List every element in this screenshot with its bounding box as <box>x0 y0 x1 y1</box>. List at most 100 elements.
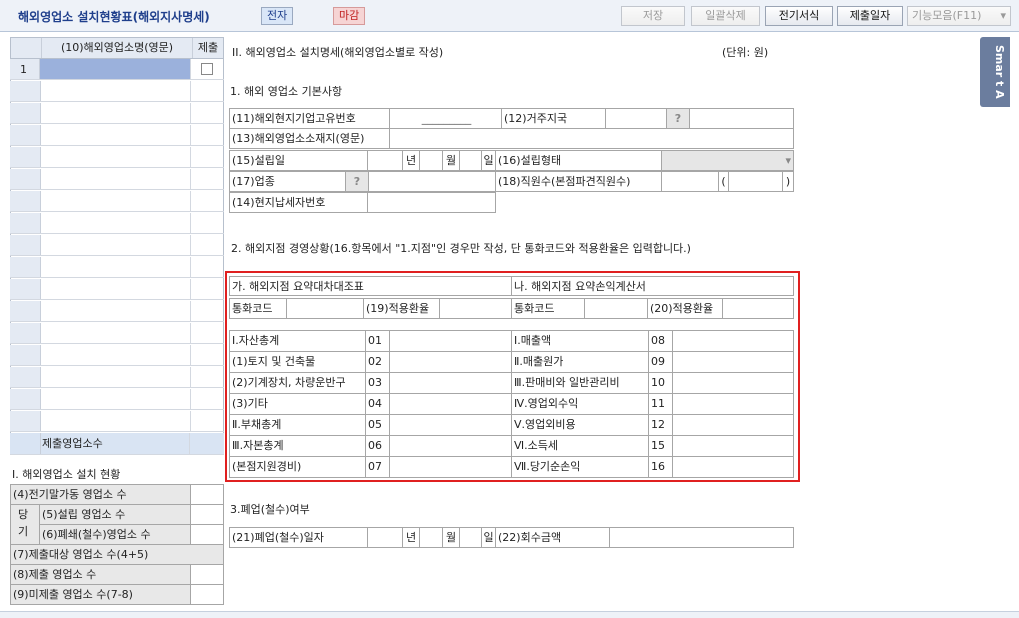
list-item[interactable] <box>10 169 224 190</box>
staff-count-input[interactable] <box>661 171 719 192</box>
established-input[interactable] <box>190 504 224 525</box>
list-item[interactable] <box>10 323 224 344</box>
section-title-details: II. 해외영업소 설치명세(해외영업소별로 작성) <box>232 46 444 59</box>
label-exchange-rate-is: (20)적용환율 <box>647 298 723 319</box>
establish-year-input[interactable] <box>367 150 403 171</box>
submitted-count-input[interactable] <box>190 564 224 585</box>
overseas-id-input[interactable]: _________ <box>389 108 502 129</box>
is-item-input[interactable] <box>673 352 793 373</box>
establish-day-input[interactable] <box>459 150 482 171</box>
establish-month-input[interactable] <box>419 150 443 171</box>
unit-label: (단위: 원) <box>722 46 769 59</box>
bs-item-input[interactable] <box>390 394 512 415</box>
subsection-branch-status: 2. 해외지점 경영상황(16.항목에서 "1.지점"인 경우만 작성, 단 통… <box>231 242 691 255</box>
is-item-input[interactable] <box>673 436 793 457</box>
financial-items-table: Ⅰ.자산총계 01 Ⅰ.매출액 08 (1)토지 및 건축물 02 Ⅱ.매출원가… <box>229 330 794 478</box>
label-currency-bs: 통화코드 <box>229 298 287 319</box>
list-item[interactable] <box>10 389 224 410</box>
is-item-label: Ⅶ.당기순손익 <box>512 457 649 477</box>
bs-item-input[interactable] <box>390 352 512 373</box>
help-icon[interactable]: ? <box>345 171 369 192</box>
grid-total-row: 제출영업소수 <box>10 433 224 455</box>
list-item[interactable] <box>10 257 224 278</box>
save-button[interactable]: 저장 <box>621 6 685 26</box>
currency-is-input[interactable] <box>584 298 648 319</box>
label-staff-count: (18)직원수(본점파견직원수) <box>495 171 662 192</box>
closure-year-input[interactable] <box>367 527 403 548</box>
is-item-label: Ⅴ.영업외비용 <box>512 415 649 436</box>
is-item-input[interactable] <box>673 373 793 394</box>
list-item[interactable] <box>10 301 224 322</box>
unsubmitted-count-input[interactable] <box>190 584 224 605</box>
bs-item-input[interactable] <box>390 415 512 436</box>
submit-cell <box>190 59 224 79</box>
previous-form-button[interactable]: 전기서식 <box>765 6 833 26</box>
day-label: 일 <box>481 150 496 171</box>
help-icon[interactable]: ? <box>666 108 690 129</box>
is-item-code: 12 <box>649 415 673 436</box>
label-submitted-count: (8)제출 영업소 수 <box>10 564 191 585</box>
is-item-label: Ⅰ.매출액 <box>512 331 649 352</box>
label-closure-date: (21)폐업(철수)일자 <box>229 527 368 548</box>
label-established: (5)설립 영업소 수 <box>39 504 191 525</box>
is-item-input[interactable] <box>673 394 793 415</box>
bs-item-label: Ⅲ.자본총계 <box>230 436 366 457</box>
exchange-rate-is-input[interactable] <box>722 298 794 319</box>
is-item-input[interactable] <box>673 415 793 436</box>
label-recovery-amount: (22)회수금액 <box>495 527 610 548</box>
recovery-amount-input[interactable] <box>609 527 794 548</box>
list-item[interactable] <box>10 191 224 212</box>
list-item[interactable] <box>10 279 224 300</box>
industry-input[interactable] <box>368 171 496 192</box>
closure-month-input[interactable] <box>419 527 443 548</box>
prior-active-input[interactable] <box>190 484 224 505</box>
bulk-delete-button[interactable]: 일괄삭제 <box>691 6 760 26</box>
bs-item-code: 03 <box>366 373 390 394</box>
day-label: 일 <box>481 527 496 548</box>
is-item-input[interactable] <box>673 331 793 352</box>
residence-country-input[interactable] <box>605 108 667 129</box>
list-item[interactable] <box>10 125 224 146</box>
list-item[interactable] <box>10 103 224 124</box>
list-item[interactable] <box>10 345 224 366</box>
office-address-input[interactable] <box>389 128 794 149</box>
section-title-summary: I. 해외영업소 설치 현황 <box>12 468 121 481</box>
submit-checkbox[interactable] <box>201 63 213 75</box>
currency-bs-input[interactable] <box>286 298 364 319</box>
dispatched-staff-input[interactable] <box>728 171 783 192</box>
grid-header: (10)해외영업소명(영문) 제출 <box>10 37 224 59</box>
is-item-label: Ⅱ.매출원가 <box>512 352 649 373</box>
establish-type-select[interactable]: ▾ <box>661 150 794 171</box>
list-item[interactable] <box>10 367 224 388</box>
bs-item-input[interactable] <box>390 457 512 477</box>
smart-panel-tab[interactable]: Smar t A <box>980 37 1010 107</box>
list-item[interactable] <box>10 213 224 234</box>
bs-item-input[interactable] <box>390 331 512 352</box>
column-office-name[interactable]: (10)해외영업소명(영문) <box>41 38 193 58</box>
list-item[interactable] <box>10 411 224 432</box>
is-item-code: 09 <box>649 352 673 373</box>
exchange-rate-bs-input[interactable] <box>439 298 512 319</box>
income-statement-title: 나. 해외지점 요약손익계산서 <box>511 276 794 296</box>
local-tax-id-input[interactable] <box>367 192 496 213</box>
submit-date-button[interactable]: 제출일자 <box>837 6 903 26</box>
is-item-code: 16 <box>649 457 673 477</box>
column-submit[interactable]: 제출 <box>191 38 225 58</box>
list-item[interactable] <box>10 147 224 168</box>
closure-day-input[interactable] <box>459 527 482 548</box>
list-item[interactable] <box>10 235 224 256</box>
list-item[interactable] <box>10 81 224 102</box>
bs-item-input[interactable] <box>390 373 512 394</box>
label-currency-is: 통화코드 <box>511 298 585 319</box>
is-item-input[interactable] <box>673 457 793 477</box>
bs-item-code: 04 <box>366 394 390 415</box>
bs-item-input[interactable] <box>390 436 512 457</box>
list-item[interactable]: 1 <box>10 59 224 80</box>
bs-item-code: 07 <box>366 457 390 477</box>
label-gi: 기 <box>18 525 29 538</box>
closed-input[interactable] <box>190 524 224 545</box>
label-overseas-id: (11)해외현지기업고유번호 <box>229 108 390 129</box>
office-name-cell[interactable] <box>40 59 191 79</box>
label-unsubmitted-count: (9)미제출 영업소 수(7-8) <box>10 584 191 605</box>
function-menu-button[interactable]: 기능모음(F11) ▾ <box>907 6 1011 26</box>
